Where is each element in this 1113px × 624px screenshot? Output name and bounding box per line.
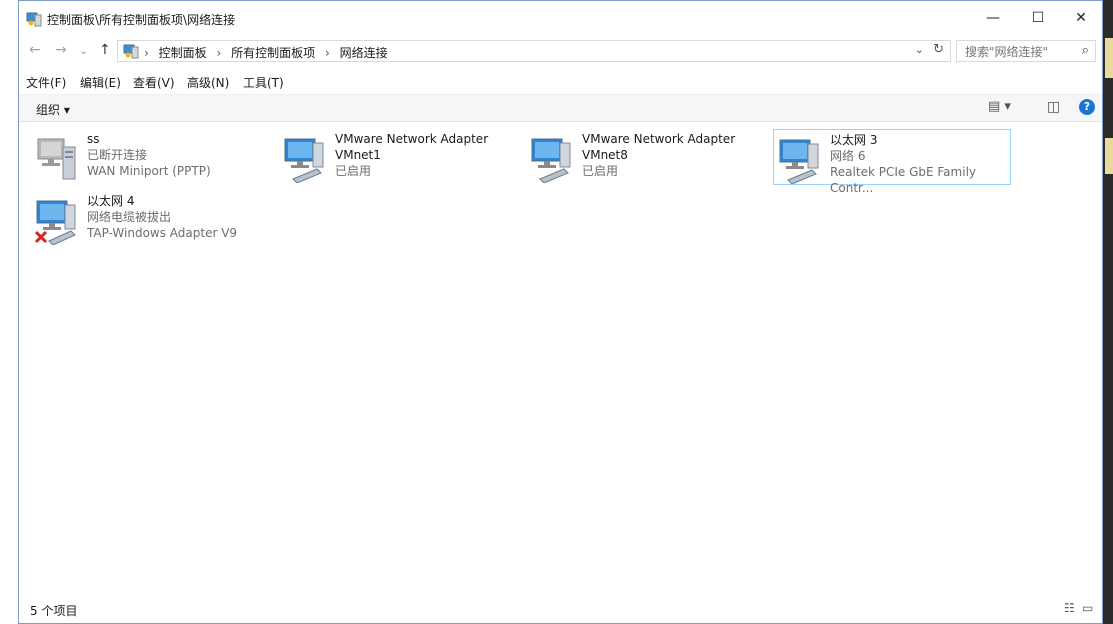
connection-item-vmnet1[interactable]: VMware Network Adapter VMnet1 已启用 [279, 129, 517, 185]
connection-name: 以太网 4 [87, 194, 135, 208]
address-row: ← → ⌄ ↑ › 控制面板 › 所有控制面板项 › 网络连接 ⌄ ↻ ⌕ [19, 39, 1102, 65]
control-panel-icon [123, 44, 139, 59]
breadcrumb-all-items[interactable]: 所有控制面板项 [231, 46, 315, 60]
breadcrumb-network-connections[interactable]: 网络连接 [340, 46, 388, 60]
connection-status: 已断开连接 [87, 148, 148, 162]
background-window-edge [1105, 138, 1113, 174]
connection-device: WAN Miniport (PPTP) [87, 164, 211, 178]
breadcrumb-separator: › [144, 46, 149, 60]
maximize-button[interactable]: ☐ [1016, 7, 1060, 29]
view-options-icon[interactable]: ▤ ▾ [988, 99, 1011, 114]
connection-name: ss [87, 132, 100, 146]
minimize-button[interactable]: — [971, 7, 1015, 29]
connection-text: VMware Network Adapter VMnet1 已启用 [335, 131, 488, 179]
search-icon[interactable]: ⌕ [1082, 43, 1089, 58]
connection-status: VMnet1 [335, 148, 381, 162]
forward-arrow-icon[interactable]: → [55, 42, 67, 58]
connection-status: VMnet8 [582, 148, 628, 162]
ethernet-unplugged-icon [35, 200, 76, 245]
window-title: 控制面板\所有控制面板项\网络连接 [47, 13, 236, 27]
title-bar[interactable]: 控制面板\所有控制面板项\网络连接 — ☐ ✕ [19, 1, 1102, 35]
refresh-icon[interactable]: ↻ [933, 42, 944, 57]
connection-name: VMware Network Adapter [582, 132, 736, 146]
address-bar[interactable]: › 控制面板 › 所有控制面板项 › 网络连接 ⌄ ↻ [117, 40, 951, 62]
breadcrumb-control-panel[interactable]: 控制面板 [159, 46, 207, 60]
status-bar: 5 个项目 ☷ ▭ [19, 597, 1102, 623]
preview-pane-icon[interactable]: ◫ [1047, 99, 1060, 115]
help-icon[interactable]: ? [1079, 99, 1095, 115]
breadcrumb: › 控制面板 › 所有控制面板项 › 网络连接 [144, 44, 394, 61]
menu-view[interactable]: 查看(V) [133, 74, 175, 91]
up-arrow-icon[interactable]: ↑ [99, 42, 111, 58]
network-connections-icon [26, 12, 42, 27]
search-input[interactable] [963, 42, 1077, 62]
connection-item-vmnet8[interactable]: VMware Network Adapter VMnet8 已启用 [526, 129, 764, 185]
breadcrumb-separator: › [216, 46, 222, 60]
menu-file[interactable]: 文件(F) [26, 74, 66, 91]
connection-text: VMware Network Adapter VMnet8 已启用 [582, 131, 735, 179]
connection-name: VMware Network Adapter [335, 132, 489, 146]
large-icons-view-icon[interactable]: ▭ [1082, 601, 1093, 615]
explorer-window: 控制面板\所有控制面板项\网络连接 — ☐ ✕ ← → ⌄ ↑ › 控制面板 ›… [18, 0, 1103, 624]
ethernet-adapter-icon [531, 138, 571, 183]
connection-item-ss[interactable]: ss 已断开连接 WAN Miniport (PPTP) [31, 129, 269, 185]
breadcrumb-separator: › [324, 46, 330, 60]
connection-item-ethernet-3[interactable]: 以太网 3 网络 6 Realtek PCIe GbE Family Contr… [773, 129, 1011, 195]
connection-device: Realtek PCIe GbE Family Contr... [830, 165, 976, 195]
ethernet-adapter-icon [779, 139, 819, 184]
item-count: 5 个项目 [30, 604, 78, 618]
connections-list: ss 已断开连接 WAN Miniport (PPTP) VMware Netw… [19, 123, 1102, 591]
organize-button[interactable]: 组织 ▾ [36, 101, 70, 118]
background-window-edge [1105, 38, 1113, 78]
menu-tools[interactable]: 工具(T) [243, 74, 284, 91]
connection-device: TAP-Windows Adapter V9 [87, 226, 238, 240]
connection-text: 以太网 4 网络电缆被拔出 TAP-Windows Adapter V9 [87, 193, 237, 241]
details-view-icon[interactable]: ☷ [1064, 601, 1075, 615]
connection-device: 已启用 [582, 164, 619, 178]
close-button[interactable]: ✕ [1059, 7, 1103, 29]
connection-status: 网络电缆被拔出 [87, 210, 172, 224]
vpn-connection-icon [37, 138, 76, 180]
menu-edit[interactable]: 编辑(E) [80, 74, 121, 91]
connection-name: 以太网 3 [830, 133, 878, 147]
search-box[interactable]: ⌕ [956, 40, 1096, 62]
connection-item-ethernet-4[interactable]: 以太网 4 网络电缆被拔出 TAP-Windows Adapter V9 [31, 191, 269, 247]
ethernet-adapter-icon [284, 138, 324, 183]
connection-device: 已启用 [335, 164, 372, 178]
command-bar: 组织 ▾ ▤ ▾ ◫ ? [19, 94, 1102, 122]
menu-advanced[interactable]: 高级(N) [187, 74, 229, 91]
recent-locations-icon[interactable]: ⌄ [79, 44, 88, 57]
address-dropdown-icon[interactable]: ⌄ [915, 43, 924, 56]
desktop-background-left [0, 0, 18, 624]
connection-status: 网络 6 [830, 149, 866, 163]
connection-text: 以太网 3 网络 6 Realtek PCIe GbE Family Contr… [830, 132, 1010, 196]
menu-bar: 文件(F) 编辑(E) 查看(V) 高级(N) 工具(T) [19, 71, 1102, 93]
connection-text: ss 已断开连接 WAN Miniport (PPTP) [87, 131, 211, 179]
back-arrow-icon[interactable]: ← [29, 42, 41, 58]
desktop-background-right [1103, 0, 1113, 624]
